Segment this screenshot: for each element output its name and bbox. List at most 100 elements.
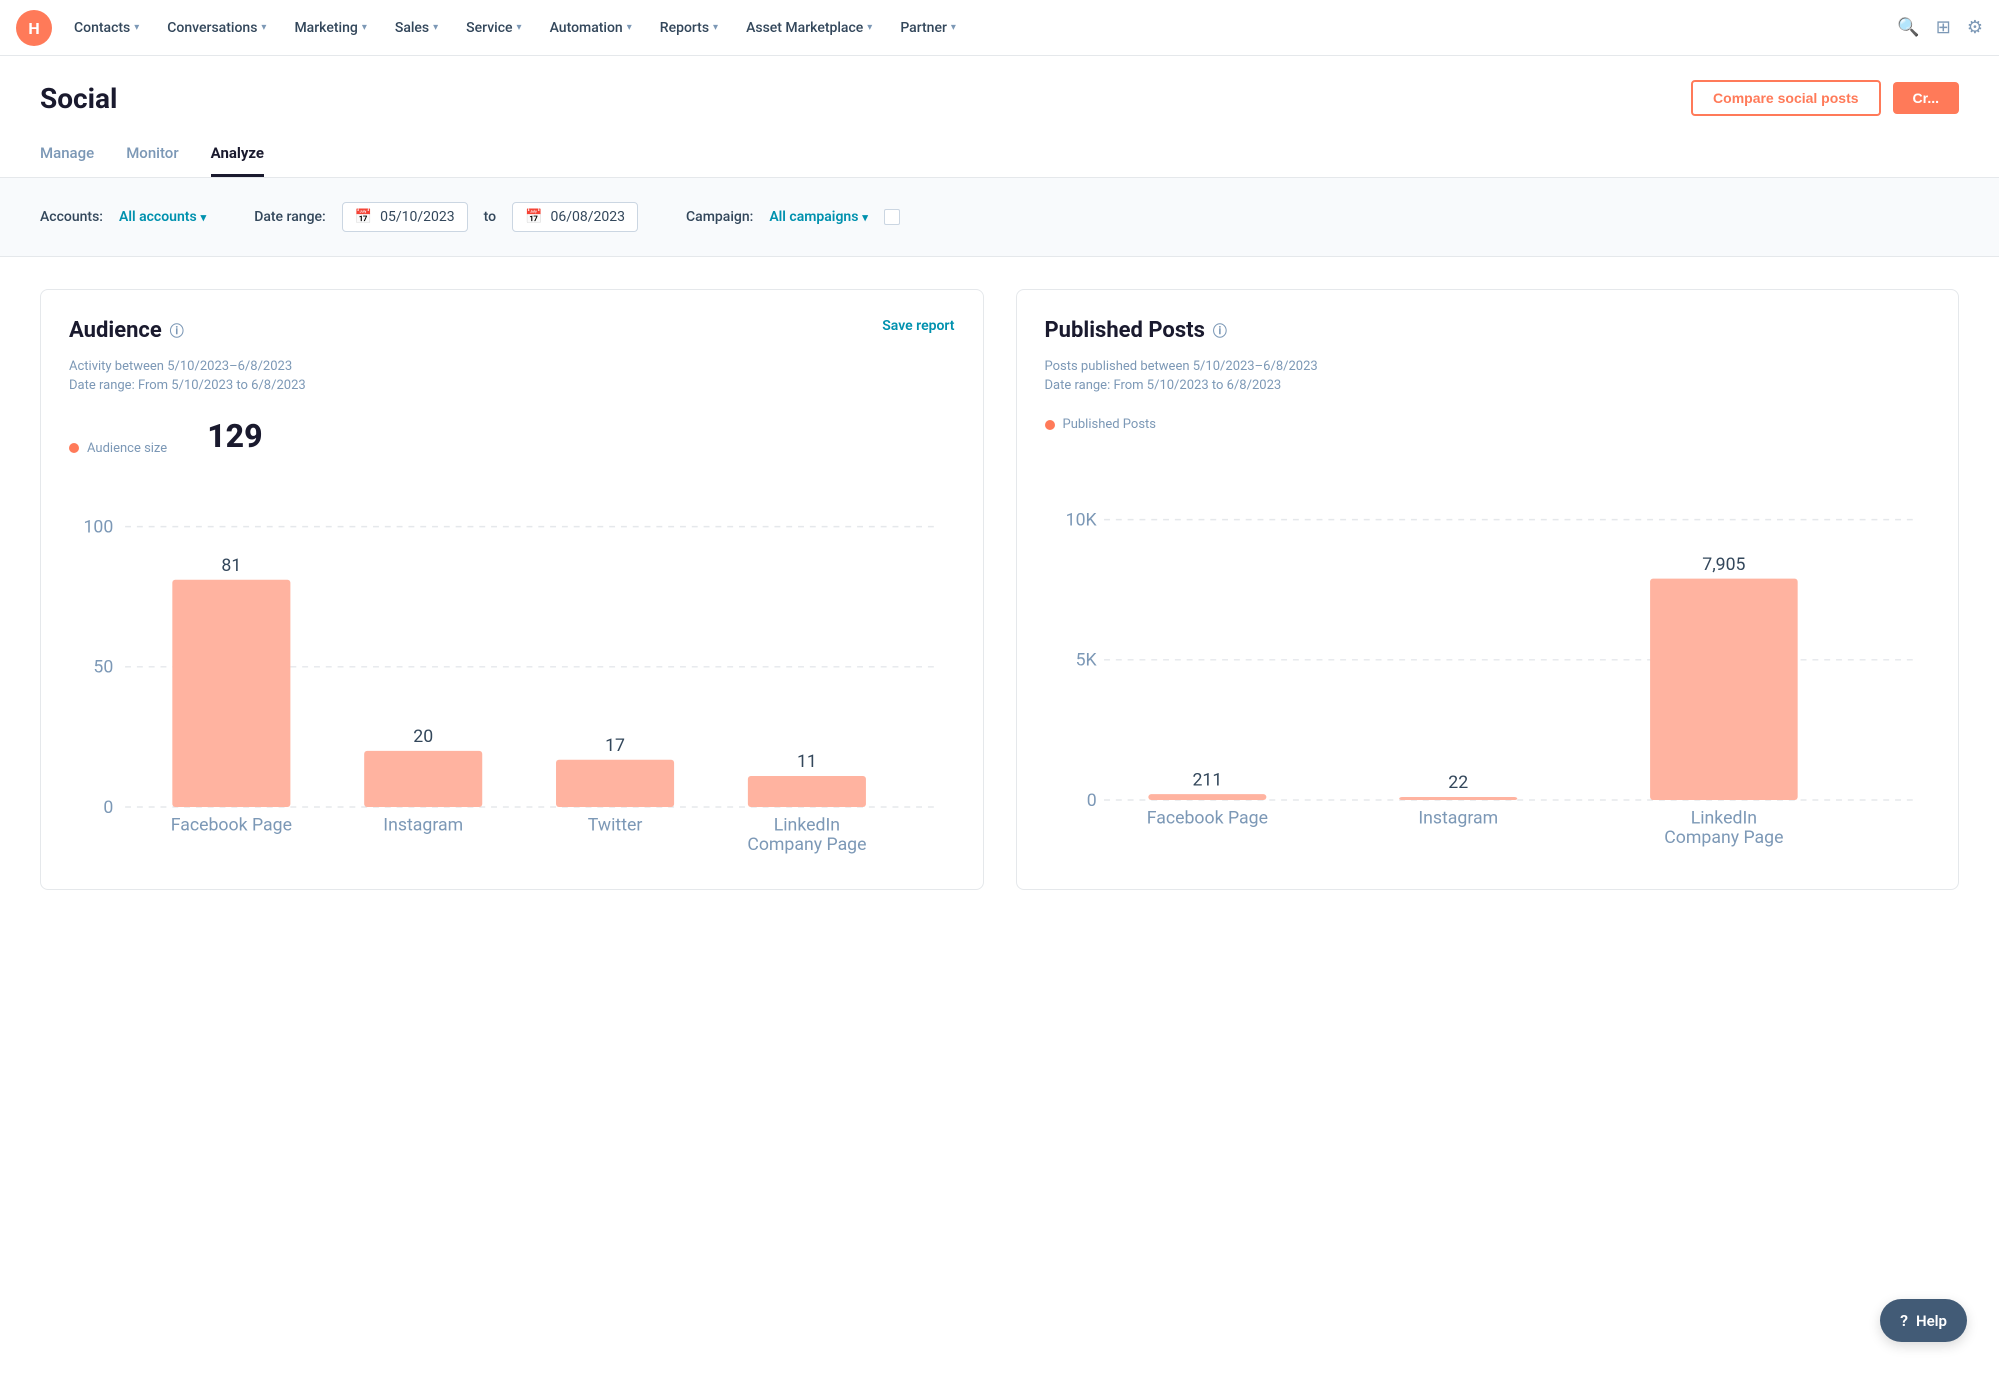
svg-text:Facebook Page: Facebook Page — [1146, 809, 1267, 829]
svg-text:100: 100 — [83, 518, 113, 538]
svg-text:LinkedIn: LinkedIn — [1690, 809, 1756, 829]
svg-text:5K: 5K — [1075, 651, 1097, 671]
nav-item-marketing[interactable]: Marketing ▾ — [280, 0, 380, 56]
svg-text:Company Page: Company Page — [747, 835, 866, 855]
chevron-down-icon: ▾ — [201, 211, 207, 224]
charts-area: Audience ⓘ Save report Activity between … — [0, 257, 1999, 922]
nav-item-contacts[interactable]: Contacts ▾ — [60, 0, 153, 56]
accounts-dropdown[interactable]: All accounts ▾ — [119, 209, 206, 225]
bar-facebook — [172, 580, 290, 807]
filters-row: Accounts: All accounts ▾ Date range: 📅 0… — [0, 178, 1999, 257]
nav-bar: H Contacts ▾ Conversations ▾ Marketing ▾… — [0, 0, 1999, 56]
svg-text:11: 11 — [797, 752, 817, 772]
audience-chart-header: Audience ⓘ Save report — [69, 318, 955, 343]
help-button[interactable]: ? Help — [1880, 1299, 1967, 1342]
svg-text:22: 22 — [1448, 773, 1468, 793]
chevron-down-icon: ▾ — [261, 22, 266, 33]
svg-text:Company Page: Company Page — [1664, 828, 1783, 848]
info-icon-published[interactable]: ⓘ — [1213, 321, 1227, 341]
svg-text:17: 17 — [605, 736, 625, 756]
nav-item-partner[interactable]: Partner ▾ — [886, 0, 970, 56]
published-posts-subtitle: Posts published between 5/10/2023–6/8/20… — [1045, 359, 1931, 374]
audience-chart-svg: 100 50 0 81 Facebook Page 20 Instagram — [69, 503, 955, 857]
marketplace-icon[interactable]: ⊞ — [1936, 17, 1951, 38]
calendar-icon: 📅 — [355, 209, 372, 225]
campaign-dropdown[interactable]: All campaigns ▾ — [769, 209, 868, 225]
header-actions: Compare social posts Cr... — [1691, 80, 1959, 116]
nav-item-asset-marketplace[interactable]: Asset Marketplace ▾ — [732, 0, 886, 56]
chevron-down-icon: ▾ — [362, 22, 367, 33]
bar-twitter — [556, 760, 674, 807]
audience-chart-title: Audience ⓘ — [69, 318, 184, 343]
settings-icon[interactable]: ⚙ — [1967, 17, 1983, 38]
filter-checkbox[interactable] — [884, 209, 900, 225]
calendar-icon: 📅 — [525, 209, 542, 225]
published-posts-meta: Date range: From 5/10/2023 to 6/8/2023 — [1045, 378, 1931, 393]
svg-text:Instagram: Instagram — [383, 816, 463, 836]
svg-text:0: 0 — [103, 798, 113, 818]
page-wrapper: Social Compare social posts Cr... Manage… — [0, 56, 1999, 1374]
svg-text:Instagram: Instagram — [1418, 809, 1498, 829]
svg-text:81: 81 — [221, 556, 241, 576]
svg-text:10K: 10K — [1065, 511, 1097, 531]
page-title: Social — [40, 82, 117, 115]
date-from-input[interactable]: 📅 05/10/2023 — [342, 202, 468, 232]
page-header: Social Compare social posts Cr... — [0, 56, 1999, 116]
bar-fb-published — [1148, 794, 1266, 800]
published-posts-chart-svg: 10K 5K 0 211 Facebook Page 22 Instagra — [1045, 496, 1931, 850]
chevron-down-icon: ▾ — [627, 22, 632, 33]
svg-text:H: H — [28, 19, 39, 38]
nav-item-sales[interactable]: Sales ▾ — [381, 0, 452, 56]
legend-dot-published — [1045, 420, 1055, 430]
date-range-label: Date range: — [254, 209, 326, 225]
nav-item-reports[interactable]: Reports ▾ — [646, 0, 732, 56]
hubspot-logo[interactable]: H — [16, 10, 52, 46]
nav-item-automation[interactable]: Automation ▾ — [536, 0, 646, 56]
date-to-label: to — [484, 209, 496, 225]
nav-item-conversations[interactable]: Conversations ▾ — [153, 0, 280, 56]
campaign-label: Campaign: — [686, 209, 753, 225]
audience-activity-subtitle: Activity between 5/10/2023–6/8/2023 — [69, 359, 955, 374]
tabs: Manage Monitor Analyze — [0, 132, 1999, 178]
svg-text:Twitter: Twitter — [588, 816, 643, 836]
bar-li-published — [1650, 579, 1798, 800]
audience-save-report-link[interactable]: Save report — [882, 318, 954, 334]
chevron-down-icon: ▾ — [867, 22, 872, 33]
create-button[interactable]: Cr... — [1893, 82, 1959, 114]
published-posts-chart-header: Published Posts ⓘ — [1045, 318, 1931, 343]
audience-legend: Audience size 129 — [69, 417, 955, 479]
svg-text:0: 0 — [1086, 791, 1096, 811]
svg-text:20: 20 — [413, 727, 433, 747]
published-posts-chart-card: Published Posts ⓘ Posts published betwee… — [1016, 289, 1960, 890]
nav-item-service[interactable]: Service ▾ — [452, 0, 535, 56]
tab-analyze[interactable]: Analyze — [211, 132, 264, 177]
search-icon[interactable]: 🔍 — [1897, 17, 1919, 38]
audience-total: 129 — [207, 417, 262, 455]
chevron-down-icon: ▾ — [862, 211, 868, 224]
date-to-input[interactable]: 📅 06/08/2023 — [512, 202, 638, 232]
audience-chart-meta: Date range: From 5/10/2023 to 6/8/2023 — [69, 378, 955, 393]
bar-ig-published — [1399, 797, 1517, 800]
compare-social-posts-button[interactable]: Compare social posts — [1691, 80, 1881, 116]
svg-text:50: 50 — [93, 658, 113, 678]
bar-instagram — [364, 751, 482, 807]
published-posts-legend: Published Posts — [1045, 417, 1931, 432]
svg-text:211: 211 — [1192, 770, 1222, 790]
published-posts-bar-chart: 10K 5K 0 211 Facebook Page 22 Instagra — [1045, 496, 1931, 854]
info-icon[interactable]: ⓘ — [170, 321, 184, 341]
svg-text:Facebook Page: Facebook Page — [171, 816, 292, 836]
chevron-down-icon: ▾ — [134, 22, 139, 33]
legend-dot-audience — [69, 443, 79, 453]
chevron-down-icon: ▾ — [951, 22, 956, 33]
help-icon: ? — [1900, 1311, 1908, 1330]
svg-text:LinkedIn: LinkedIn — [774, 816, 840, 836]
published-posts-chart-title: Published Posts ⓘ — [1045, 318, 1227, 343]
bar-linkedin — [748, 776, 866, 807]
audience-chart-card: Audience ⓘ Save report Activity between … — [40, 289, 984, 890]
tab-manage[interactable]: Manage — [40, 132, 94, 177]
tab-monitor[interactable]: Monitor — [126, 132, 178, 177]
chevron-down-icon: ▾ — [517, 22, 522, 33]
chevron-down-icon: ▾ — [433, 22, 438, 33]
nav-right-icons: 🔍 ⊞ ⚙ — [1897, 17, 1983, 38]
chevron-down-icon: ▾ — [713, 22, 718, 33]
